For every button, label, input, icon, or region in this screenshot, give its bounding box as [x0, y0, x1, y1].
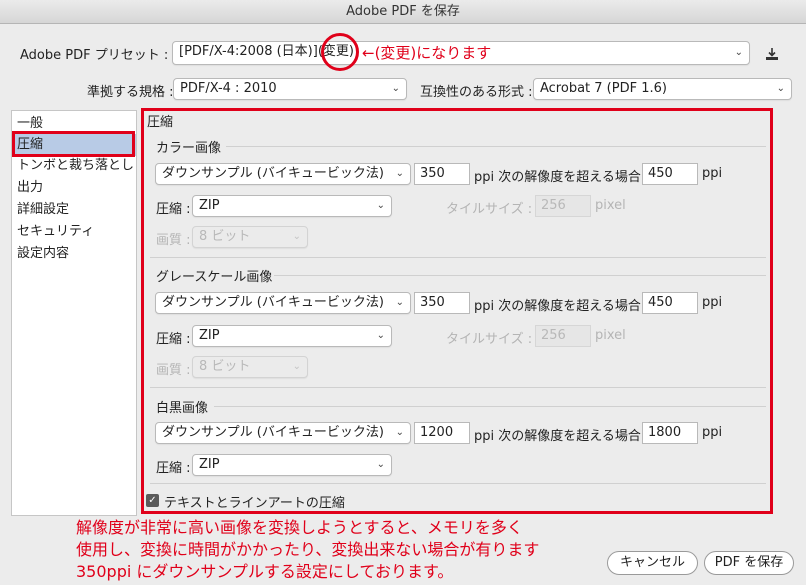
preset-annotation: ←(変更)になります [362, 44, 492, 62]
standard-select[interactable]: PDF/X-4 : 2010 ⌄ [173, 78, 407, 100]
preset-label: Adobe PDF プリセット : [20, 48, 169, 63]
standard-label: 準拠する規格 : [87, 85, 174, 100]
compat-value: Acrobat 7 (PDF 1.6) [540, 81, 667, 96]
sidebar-item-advanced[interactable]: 詳細設定 [12, 199, 136, 221]
save-pdf-button[interactable]: PDF を保存 [704, 551, 794, 575]
sidebar-item-output[interactable]: 出力 [12, 177, 136, 199]
note-line-3: 350ppi にダウンサンプルする設定にしております。 [76, 562, 454, 581]
chevron-down-icon: ⌄ [734, 47, 743, 58]
sidebar: 一般 圧縮 トンボと裁ち落とし 出力 詳細設定 セキュリティ 設定内容 [11, 110, 137, 516]
chevron-down-icon: ⌄ [391, 83, 400, 94]
chevron-down-icon: ⌄ [776, 83, 785, 94]
note-line-1: 解像度が非常に高い画像を変換しようとすると、メモリを多く [76, 518, 523, 537]
compression-highlight-box [141, 108, 773, 514]
preset-value: [PDF/X-4:2008 (日本)] [179, 44, 318, 59]
sidebar-item-security[interactable]: セキュリティ [12, 221, 136, 243]
note-line-2: 使用し、変換に時間がかかったり、変換出来ない場合が有ります [76, 540, 540, 559]
sidebar-highlight-box [12, 131, 135, 157]
compat-select[interactable]: Acrobat 7 (PDF 1.6) ⌄ [533, 78, 792, 100]
sidebar-item-summary[interactable]: 設定内容 [12, 243, 136, 265]
window-title: Adobe PDF を保存 [0, 0, 806, 24]
compat-label: 互換性のある形式 : [420, 85, 533, 100]
standard-value: PDF/X-4 : 2010 [180, 81, 277, 96]
cancel-button[interactable]: キャンセル [607, 551, 698, 575]
download-icon[interactable] [764, 46, 780, 66]
preset-annotation-circle [321, 33, 359, 71]
sidebar-item-marks-bleeds[interactable]: トンボと裁ち落とし [12, 155, 136, 177]
